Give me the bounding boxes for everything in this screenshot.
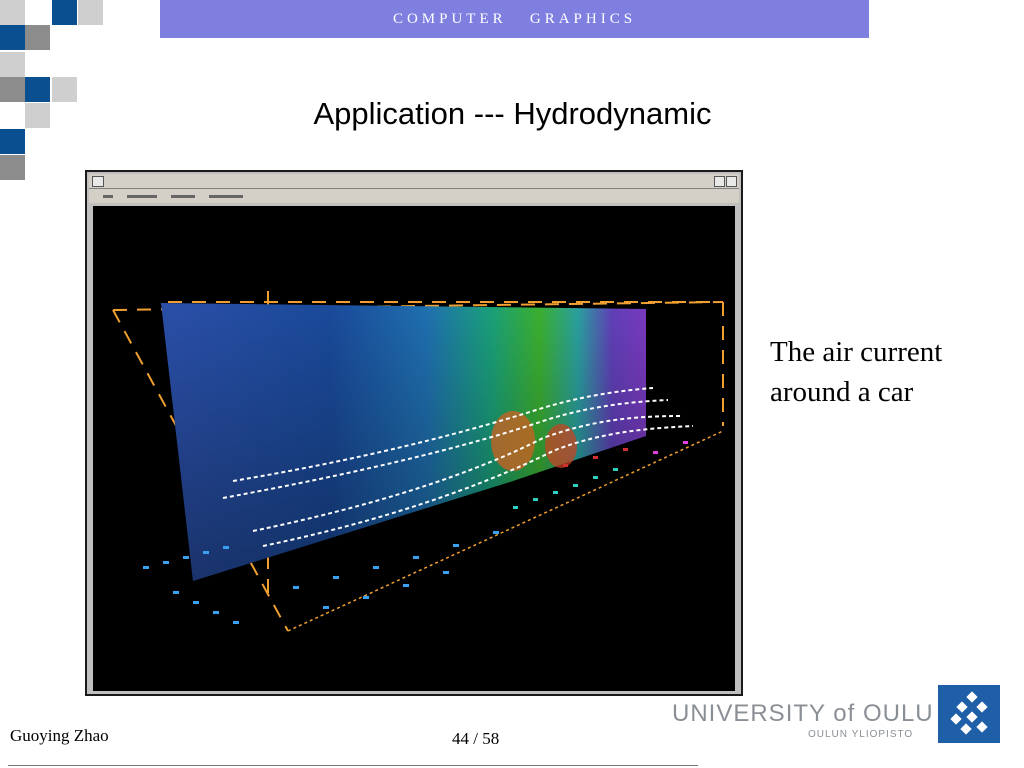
page-number: 44 / 58 (452, 729, 499, 749)
university-name: UNIVERSITY of OULU (672, 700, 934, 727)
university-emblem-icon (938, 685, 1000, 743)
footer-divider (8, 765, 698, 766)
window-menu-icon (92, 176, 104, 187)
page-current: 44 (452, 729, 469, 748)
course-title: COMPUTER GRAPHICS (392, 10, 637, 27)
slide-title: Application --- Hydrodynamic (313, 96, 712, 131)
figure-window-titlebar (89, 174, 739, 189)
maximize-icon (726, 176, 737, 187)
page-total: 58 (482, 729, 500, 748)
decorative-checker-pattern (0, 0, 110, 190)
caption-line-1: The air current (770, 336, 943, 368)
course-header-bar: COMPUTER GRAPHICS (160, 0, 869, 38)
airflow-visualization-canvas (93, 206, 735, 691)
university-subname: OULUN YLIOPISTO (808, 729, 914, 740)
figure-caption: The air current around a car (770, 332, 1010, 412)
visualization-figure (85, 170, 743, 696)
page-separator: / (473, 729, 478, 748)
minimize-icon (714, 176, 725, 187)
figure-window-menubar (89, 189, 739, 203)
author-name: Guoying Zhao (10, 726, 109, 745)
caption-line-2: around a car (770, 376, 914, 408)
airflow-visualization-graphic (112, 291, 724, 632)
